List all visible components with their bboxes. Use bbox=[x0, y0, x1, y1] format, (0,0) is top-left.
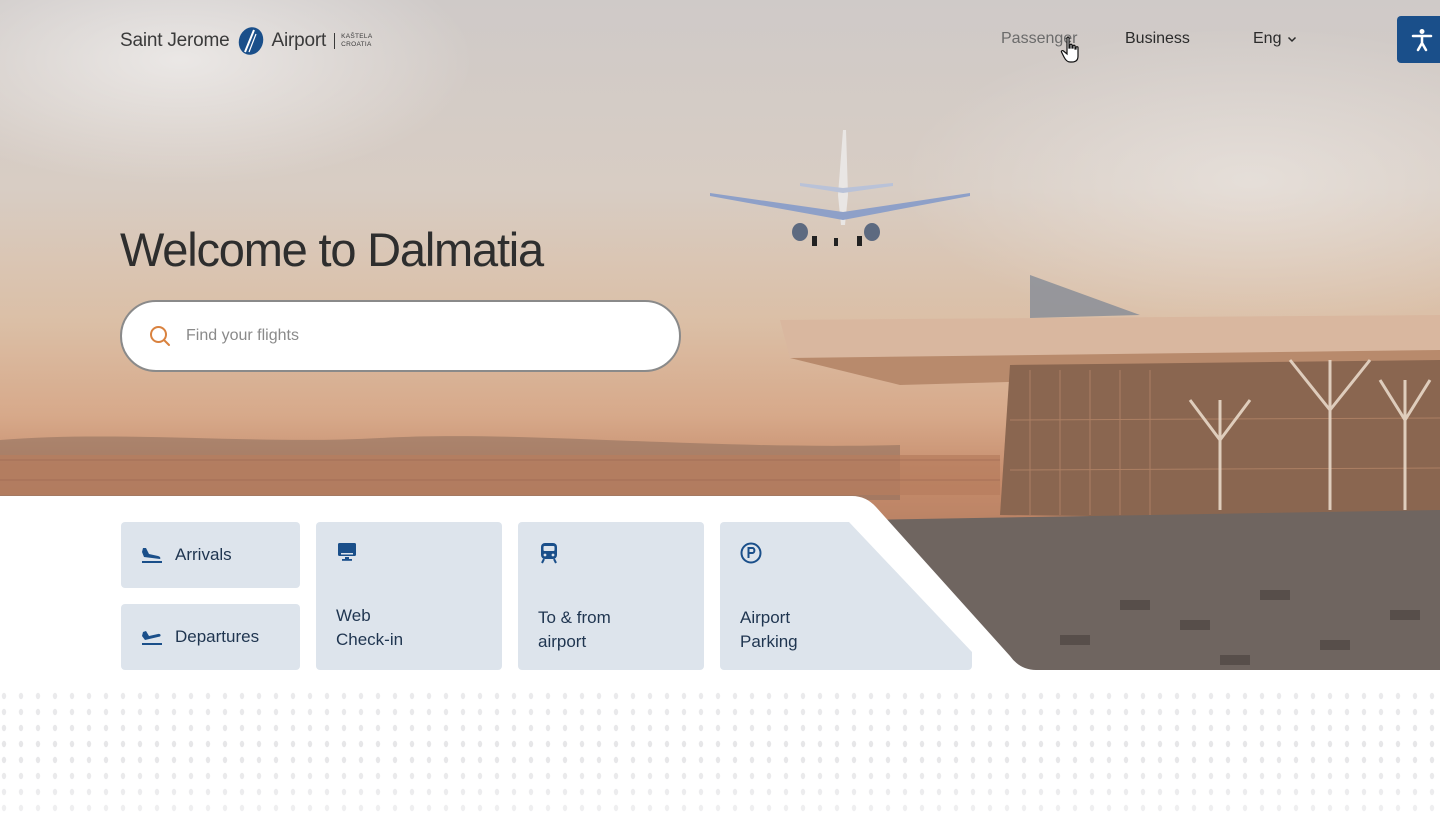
departures-card[interactable]: Departures bbox=[121, 604, 300, 670]
language-label: Eng bbox=[1253, 30, 1282, 47]
flight-search-box[interactable] bbox=[120, 300, 681, 372]
chevron-down-icon bbox=[1288, 36, 1297, 43]
language-selector[interactable]: Eng bbox=[1253, 30, 1297, 48]
web-checkin-label-line2: Check-in bbox=[336, 630, 404, 649]
logo-text-right: Airport bbox=[271, 30, 327, 51]
plane-landing-icon bbox=[142, 548, 162, 563]
transport-label-line2: airport bbox=[538, 632, 587, 651]
nav-business-link[interactable]: Business bbox=[1125, 30, 1190, 48]
logo-mark-icon bbox=[238, 27, 263, 55]
dot-pattern-decoration bbox=[0, 690, 1440, 814]
departures-label: Departures bbox=[175, 627, 260, 646]
hero-title: Welcome to Dalmatia bbox=[120, 223, 544, 276]
web-checkin-card[interactable]: Web Check-in bbox=[316, 522, 502, 670]
accessibility-button[interactable] bbox=[1397, 16, 1440, 63]
hand-cursor-icon bbox=[1060, 36, 1079, 63]
logo-location: KAŠTELA CROATIA bbox=[334, 33, 372, 49]
logo-location-line1: KAŠTELA bbox=[341, 33, 373, 40]
search-icon bbox=[150, 326, 170, 346]
arrivals-label: Arrivals bbox=[175, 545, 232, 564]
logo-location-line2: CROATIA bbox=[341, 41, 372, 48]
parking-label-line2: Parking bbox=[740, 632, 798, 651]
arrivals-card[interactable]: Arrivals bbox=[121, 522, 300, 588]
transport-label-line1: To & from bbox=[538, 608, 611, 627]
parking-icon bbox=[740, 542, 762, 564]
flight-search-input[interactable] bbox=[186, 327, 626, 345]
accessibility-icon bbox=[1411, 28, 1433, 51]
parking-label-line1: Airport bbox=[740, 608, 791, 627]
bus-icon bbox=[541, 543, 557, 564]
logo-text-left: Saint Jerome bbox=[120, 30, 230, 51]
transport-card[interactable]: To & from airport bbox=[518, 522, 704, 670]
monitor-icon bbox=[338, 543, 356, 561]
plane-takeoff-icon bbox=[142, 631, 162, 645]
site-logo[interactable]: Saint Jerome Airport KAŠTELA CROATIA bbox=[120, 24, 372, 58]
airplane-image bbox=[710, 130, 970, 246]
web-checkin-label-line1: Web bbox=[336, 606, 371, 625]
